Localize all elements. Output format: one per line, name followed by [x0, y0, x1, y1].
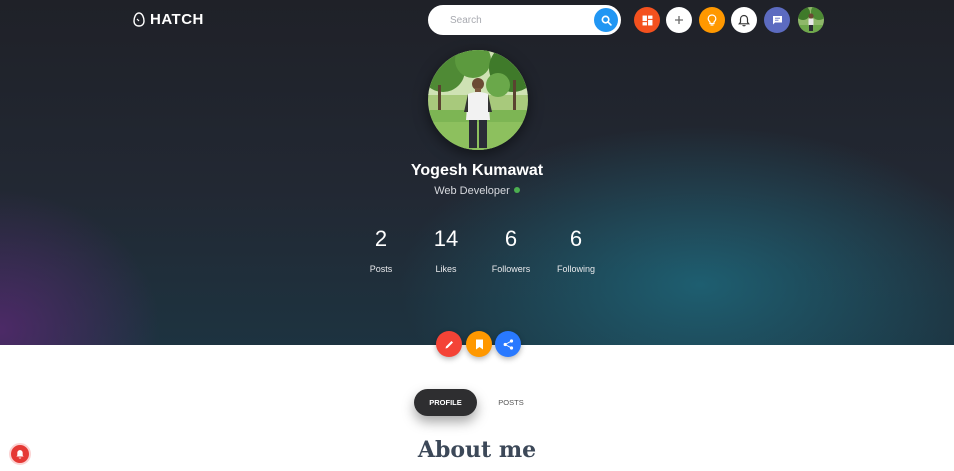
- notification-widget-button[interactable]: [9, 443, 31, 465]
- stat-followers[interactable]: 6 Followers: [476, 226, 546, 274]
- bookmark-button[interactable]: [466, 331, 492, 357]
- bookmark-icon: [475, 339, 483, 349]
- stat-label: Followers: [491, 264, 531, 274]
- tab-profile[interactable]: PROFILE: [414, 389, 477, 416]
- notifications-button[interactable]: [731, 7, 757, 33]
- stat-value: 14: [433, 226, 459, 251]
- add-button[interactable]: [666, 7, 692, 33]
- logo-text: HATCH: [150, 11, 204, 28]
- stat-likes[interactable]: 14 Likes: [411, 226, 481, 274]
- stat-value: 6: [504, 226, 518, 251]
- online-status-dot: [513, 187, 520, 193]
- stat-label: Following: [556, 264, 596, 274]
- stat-label: Likes: [435, 264, 457, 274]
- logo[interactable]: HATCH: [133, 11, 204, 28]
- tab-posts[interactable]: POSTS: [490, 389, 532, 416]
- egg-icon: [133, 12, 145, 27]
- profile-avatar: [428, 50, 528, 150]
- stat-following[interactable]: 6 Following: [541, 226, 611, 274]
- dashboard-icon: [642, 15, 652, 25]
- share-icon: [503, 338, 513, 350]
- profile-role: Web Developer: [434, 185, 510, 197]
- search-bar: [428, 5, 621, 35]
- stat-posts[interactable]: 2 Posts: [346, 226, 416, 274]
- profile-hero: HATCH Search Yogesh Kumawat Web Develope…: [0, 0, 954, 345]
- search-button[interactable]: [594, 8, 618, 32]
- chat-icon: [772, 15, 782, 24]
- stat-value: 2: [374, 226, 388, 251]
- edit-profile-button[interactable]: [436, 331, 462, 357]
- ideas-button[interactable]: [699, 7, 725, 33]
- stat-label: Posts: [369, 264, 393, 274]
- edit-icon: [445, 340, 453, 348]
- profile-name: Yogesh Kumawat: [410, 162, 544, 179]
- profile-photo: [428, 50, 528, 150]
- stat-value: 6: [569, 226, 583, 251]
- dashboard-button[interactable]: [634, 7, 660, 33]
- user-avatar[interactable]: [798, 7, 824, 33]
- bell-icon: [16, 450, 24, 459]
- messages-button[interactable]: [764, 7, 790, 33]
- share-button[interactable]: [495, 331, 521, 357]
- about-heading: About me: [417, 437, 537, 463]
- plus-icon: [675, 16, 683, 24]
- avatar-photo: [798, 7, 824, 33]
- search-icon: [601, 15, 612, 26]
- bell-icon: [738, 14, 750, 26]
- lightbulb-icon: [707, 13, 717, 26]
- search-input[interactable]: [430, 7, 590, 33]
- profile-role-line: Web Developer: [0, 185, 954, 197]
